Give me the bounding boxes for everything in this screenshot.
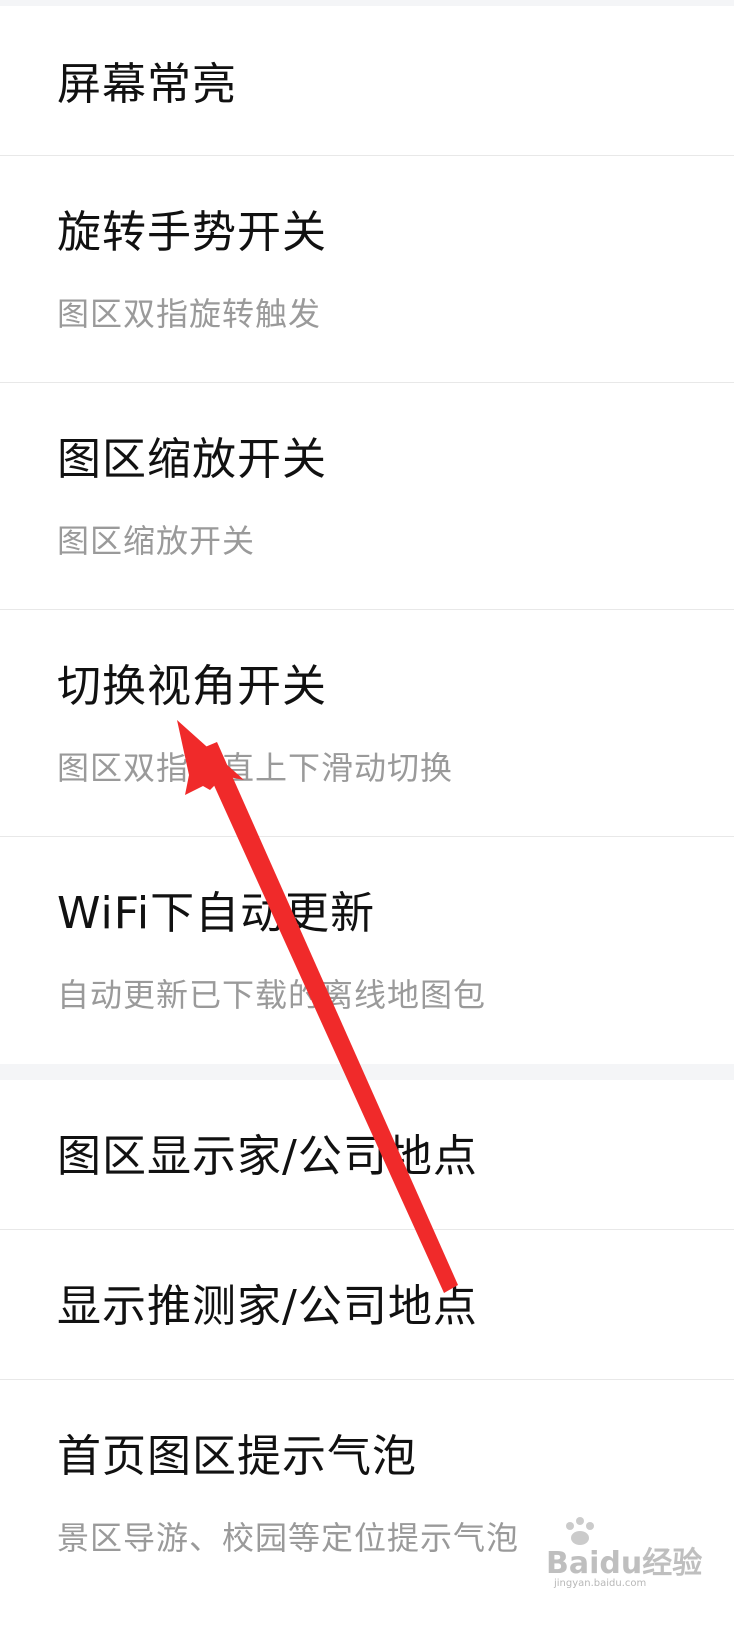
- setting-screen-on[interactable]: 屏幕常亮: [0, 6, 734, 156]
- setting-subtitle: 自动更新已下载的离线地图包: [57, 976, 487, 1014]
- setting-subtitle: 图区双指垂直上下滑动切换: [57, 749, 454, 787]
- watermark-text: Baidu经验: [546, 1546, 703, 1581]
- baidu-watermark: Baidu经验 jingyan.baidu.com: [528, 1517, 702, 1598]
- setting-rotate-gesture[interactable]: 旋转手势开关 图区双指旋转触发: [0, 156, 734, 383]
- setting-show-home-company[interactable]: 图区显示家/公司地点: [0, 1080, 734, 1230]
- setting-title: 图区缩放开关: [57, 434, 327, 485]
- setting-title: 首页图区提示气泡: [57, 1431, 417, 1482]
- setting-show-inferred-home-company[interactable]: 显示推测家/公司地点: [0, 1230, 734, 1380]
- section-gap: [0, 1064, 734, 1080]
- setting-title: 切换视角开关: [57, 661, 327, 712]
- setting-subtitle: 图区双指旋转触发: [57, 295, 322, 333]
- setting-subtitle: 图区缩放开关: [57, 522, 256, 560]
- setting-title: 屏幕常亮: [57, 59, 237, 110]
- setting-wifi-update[interactable]: WiFi下自动更新 自动更新已下载的离线地图包: [0, 837, 734, 1064]
- setting-title: 图区显示家/公司地点: [57, 1131, 478, 1182]
- setting-title: WiFi下自动更新: [57, 888, 376, 939]
- setting-title: 旋转手势开关: [57, 207, 327, 258]
- setting-zoom-switch[interactable]: 图区缩放开关 图区缩放开关: [0, 383, 734, 610]
- setting-title: 显示推测家/公司地点: [57, 1281, 478, 1332]
- setting-view-switch[interactable]: 切换视角开关 图区双指垂直上下滑动切换: [0, 610, 734, 837]
- watermark-url: jingyan.baidu.com: [554, 1578, 647, 1589]
